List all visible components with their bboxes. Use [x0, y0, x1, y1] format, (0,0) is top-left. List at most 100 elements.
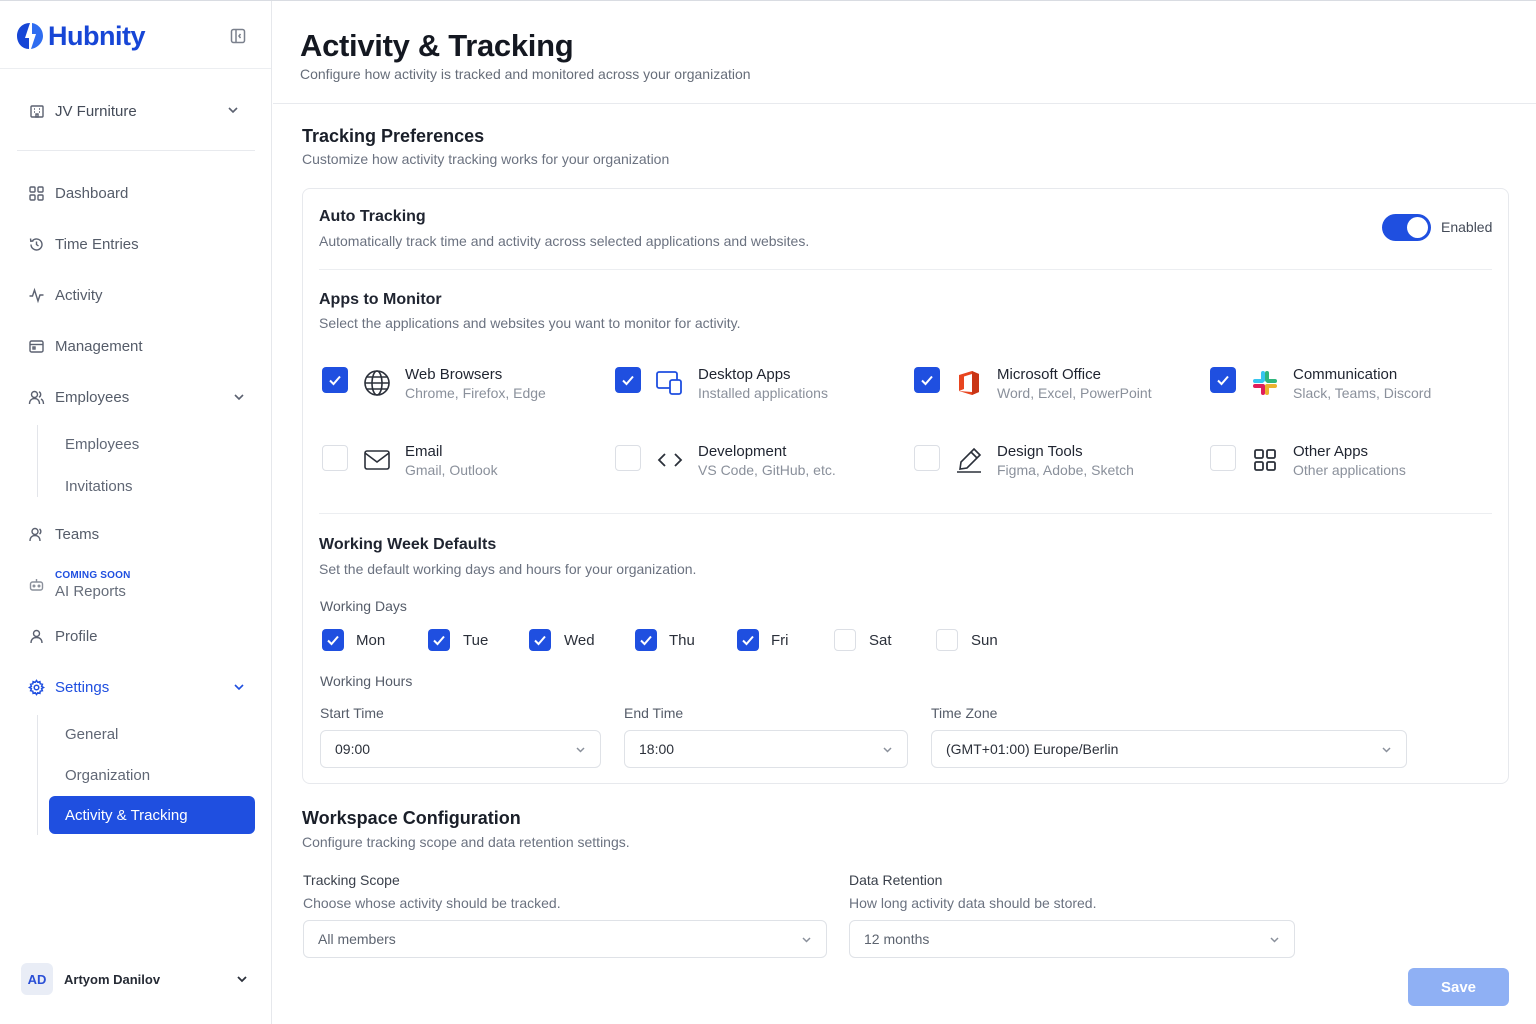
- app-web-browsers: Web Browsers Chrome, Firefox, Edge: [362, 366, 622, 406]
- app-window: Hubnity JV Furniture Dashboard Time Entr…: [0, 0, 1536, 1024]
- sidebar-item-label: Time Entries: [55, 235, 139, 253]
- save-button[interactable]: Save: [1408, 968, 1509, 1006]
- sidebar-subitem-invitations[interactable]: Invitations: [65, 474, 133, 498]
- section-title-tracking: Tracking Preferences: [302, 126, 485, 146]
- select-value: (GMT+01:00) Europe/Berlin: [946, 741, 1119, 757]
- checkbox-development[interactable]: [615, 445, 641, 471]
- sidebar-item-ai-reports: AI Reports: [55, 583, 126, 600]
- sidebar-item-label: Settings: [55, 678, 110, 696]
- section-title-workspace: Workspace Configuration: [302, 808, 521, 828]
- time-zone-select[interactable]: (GMT+01:00) Europe/Berlin: [931, 730, 1407, 768]
- brand-name: Hubnity: [48, 20, 146, 51]
- check-icon: [640, 635, 652, 646]
- sidebar-item-management[interactable]: Management: [28, 332, 250, 360]
- tracking-scope-select[interactable]: All members: [303, 920, 827, 958]
- section-subtitle-workspace: Configure tracking scope and data retent…: [302, 834, 630, 850]
- sidebar-collapse-icon[interactable]: [229, 27, 247, 45]
- code-icon: [657, 453, 683, 467]
- sidebar-subitem-organization[interactable]: Organization: [65, 763, 150, 787]
- check-icon: [534, 635, 546, 646]
- user-menu[interactable]: AD Artyom Danilov: [21, 961, 255, 997]
- coming-soon-badge: COMING SOON: [55, 570, 131, 581]
- tracking-card: [302, 188, 1509, 784]
- page-subtitle: Configure how activity is tracked and mo…: [300, 66, 751, 82]
- tracking-scope-label: Tracking Scope: [303, 872, 400, 888]
- sidebar-subitem-general[interactable]: General: [65, 722, 118, 746]
- desktop-icon: [656, 371, 682, 395]
- checkbox-microsoft-office[interactable]: [914, 367, 940, 393]
- app-name: Desktop Apps: [698, 366, 791, 383]
- sidebar-item-dashboard[interactable]: Dashboard: [28, 179, 250, 207]
- checkbox-day-wed[interactable]: [529, 629, 551, 651]
- week-desc: Set the default working days and hours f…: [319, 561, 697, 577]
- day-label: Thu: [669, 632, 695, 649]
- sidebar-item-activity[interactable]: Activity: [28, 281, 250, 309]
- chevron-down-icon: [883, 747, 892, 753]
- select-value: 18:00: [639, 741, 675, 757]
- chevron-down-icon: [228, 107, 238, 114]
- auto-tracking-title: Auto Tracking: [319, 208, 426, 225]
- app-other-apps: Other Apps Other applications: [1250, 443, 1510, 483]
- divider: [319, 513, 1492, 514]
- sidebar-item-employees[interactable]: Employees: [28, 383, 250, 411]
- chevron-down-icon: [1270, 937, 1279, 943]
- tracking-scope-desc: Choose whose activity should be tracked.: [303, 895, 561, 911]
- day-label: Sun: [971, 632, 998, 649]
- slack-icon: [1253, 371, 1277, 395]
- office-icon: [959, 371, 979, 395]
- chevron-down-icon: [234, 684, 244, 691]
- grid-icon: [1254, 449, 1276, 471]
- data-retention-select[interactable]: 12 months: [849, 920, 1295, 958]
- history-icon: [29, 237, 43, 251]
- checkbox-day-sat[interactable]: [834, 629, 856, 651]
- hubnity-logo-icon: [17, 23, 43, 49]
- checkbox-day-sun[interactable]: [936, 629, 958, 651]
- org-switcher[interactable]: JV Furniture: [28, 97, 244, 125]
- checkbox-day-fri[interactable]: [737, 629, 759, 651]
- data-retention-label: Data Retention: [849, 872, 943, 888]
- app-name: Development: [698, 443, 787, 460]
- checkbox-design-tools[interactable]: [914, 445, 940, 471]
- divider: [273, 103, 1536, 104]
- checkbox-desktop-apps[interactable]: [615, 367, 641, 393]
- section-subtitle-tracking: Customize how activity tracking works fo…: [302, 151, 670, 167]
- mail-icon: [364, 450, 390, 470]
- day-label: Fri: [771, 632, 789, 649]
- auto-tracking-toggle[interactable]: [1382, 214, 1431, 241]
- checkbox-other-apps[interactable]: [1210, 445, 1236, 471]
- app-desc: Chrome, Firefox, Edge: [405, 385, 546, 401]
- sidebar-item-teams[interactable]: Teams: [28, 520, 250, 548]
- checkbox-day-mon[interactable]: [322, 629, 344, 651]
- sidebar-subitem-activity-tracking[interactable]: Activity & Tracking: [49, 796, 255, 834]
- sidebar-item-time-entries[interactable]: Time Entries: [28, 230, 250, 258]
- bot-icon: [29, 579, 44, 591]
- app-name: Communication: [1293, 366, 1398, 383]
- end-time-select[interactable]: 18:00: [624, 730, 908, 768]
- submenu-line: [37, 425, 38, 497]
- checkbox-day-thu[interactable]: [635, 629, 657, 651]
- checkbox-day-tue[interactable]: [428, 629, 450, 651]
- checkbox-communication[interactable]: [1210, 367, 1236, 393]
- check-icon: [742, 635, 754, 646]
- check-icon: [622, 375, 634, 386]
- checkbox-web-browsers[interactable]: [322, 367, 348, 393]
- brand[interactable]: Hubnity: [16, 19, 146, 53]
- divider: [17, 150, 255, 151]
- sidebar-item-profile[interactable]: Profile: [28, 622, 250, 650]
- app-development: Development VS Code, GitHub, etc.: [655, 443, 915, 483]
- day-label: Sat: [869, 632, 892, 649]
- checkbox-email[interactable]: [322, 445, 348, 471]
- pen-icon: [957, 447, 982, 473]
- app-name: Web Browsers: [405, 366, 503, 383]
- sidebar-item-label: Dashboard: [55, 184, 129, 202]
- building-icon: [30, 105, 44, 118]
- check-icon: [921, 375, 933, 386]
- start-time-label: Start Time: [320, 705, 384, 721]
- sidebar-item-settings[interactable]: Settings: [28, 673, 250, 701]
- start-time-select[interactable]: 09:00: [320, 730, 601, 768]
- check-icon: [433, 635, 445, 646]
- select-value: All members: [318, 931, 396, 947]
- chevron-down-icon: [802, 937, 811, 943]
- sidebar-subitem-employees[interactable]: Employees: [65, 432, 139, 456]
- app-communication: Communication Slack, Teams, Discord: [1250, 366, 1510, 406]
